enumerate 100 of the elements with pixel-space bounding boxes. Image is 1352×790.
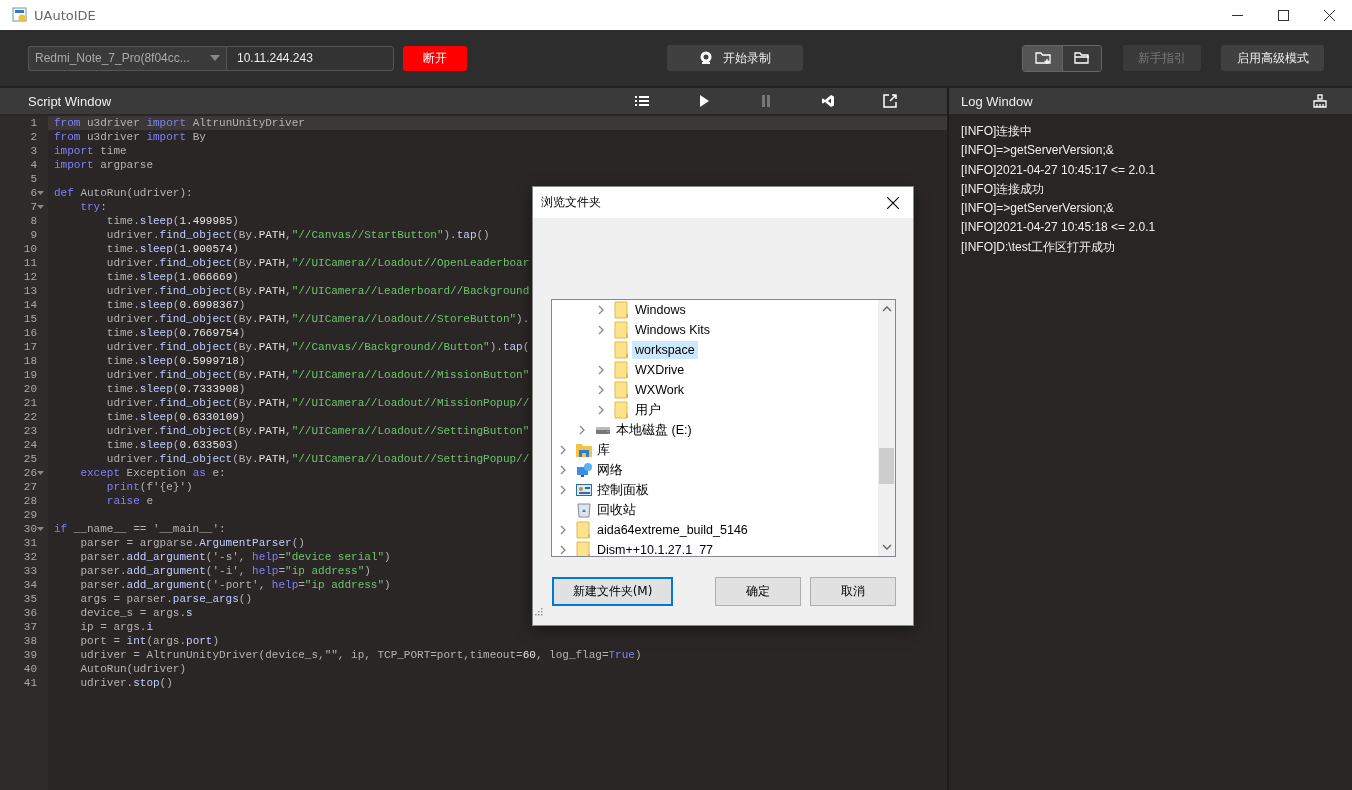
advanced-mode-button[interactable]: 启用高级模式 <box>1221 45 1324 71</box>
line-number: 31 <box>22 536 37 550</box>
dialog-button[interactable]: 取消 <box>810 577 896 606</box>
folder-icon <box>614 381 630 399</box>
line-number: 38 <box>22 634 37 648</box>
tree-item[interactable]: aida64extreme_build_5146 <box>594 521 751 539</box>
code-line: udriver = AltrunUnityDriver(device_s,"", ip, TCP_PORT=port,timeout=60, log_flag=True) <box>80 648 642 662</box>
code-line: time.sleep(0.6998367) <box>106 298 246 312</box>
fold-arrow-icon <box>37 205 44 209</box>
log-line: [INFO]=>getServerVersion;& <box>961 142 1115 160</box>
line-number: 36 <box>22 606 37 620</box>
code-line: try: <box>80 200 107 214</box>
new-folder-icon <box>1034 51 1051 65</box>
line-number: 20 <box>22 382 37 396</box>
library-icon <box>576 442 592 458</box>
tree-item[interactable]: WXDrive <box>632 361 688 379</box>
tree-item[interactable]: Dism++10.1.27.1_77 <box>594 541 717 556</box>
pause-icon <box>760 95 772 107</box>
broom-icon <box>1313 94 1327 108</box>
folder-icon <box>1074 51 1090 65</box>
code-line: udriver.find_object(By.PATH,"//UICamera//Leaderboard//Background <box>106 284 530 298</box>
webcam-icon <box>698 51 713 65</box>
code-line: import argparse <box>54 158 154 172</box>
line-number: 30 <box>22 522 37 536</box>
folder-icon <box>614 341 630 359</box>
workspace-toggle[interactable] <box>1062 45 1101 71</box>
tree-item[interactable]: 回收站 <box>594 499 639 521</box>
code-line: time.sleep(0.7669754) <box>106 326 246 340</box>
log-line: [INFO]=>getServerVersion;& <box>961 200 1115 218</box>
line-number: 28 <box>22 494 37 508</box>
disconnect-button[interactable]: 断开 <box>403 45 467 71</box>
panel-title: Script Window <box>28 93 112 109</box>
tree-item[interactable]: 本地磁盘 (E:) <box>613 419 695 441</box>
tree-item[interactable]: 库 <box>594 439 613 461</box>
line-number: 22 <box>22 410 37 424</box>
tree-item[interactable]: WXWork <box>632 381 688 399</box>
folder-icon <box>576 541 592 556</box>
code-line: from u3driver import By <box>54 130 206 144</box>
line-number: 32 <box>22 550 37 564</box>
tree-item[interactable]: Windows <box>632 301 689 319</box>
code-line: args = parser.parse_args() <box>80 592 253 606</box>
export-icon <box>883 94 897 108</box>
tree-item[interactable]: workspace <box>632 341 698 359</box>
tree-item[interactable]: 控制面板 <box>594 479 652 501</box>
line-number: 19 <box>22 368 37 382</box>
line-number: 23 <box>22 424 37 438</box>
line-number: 17 <box>22 340 37 354</box>
code-line: udriver.find_object(By.PATH,"//UICamera//Loadout//MissionPopup// <box>106 396 530 410</box>
record-button[interactable]: 开始录制 <box>666 45 803 71</box>
line-number: 10 <box>22 242 37 256</box>
code-line: port = int(args.port) <box>80 634 220 648</box>
tree-item[interactable]: 网络 <box>594 459 626 481</box>
code-line: parser = argparse.ArgumentParser() <box>80 536 305 550</box>
code-line: udriver.find_object(By.PATH,"//Canvas//StartButton").tap() <box>106 228 490 242</box>
code-line: time.sleep(0.5999718) <box>106 354 246 368</box>
folder-icon <box>576 521 592 539</box>
code-line: except Exception as e: <box>80 466 226 480</box>
line-number: 14 <box>22 298 37 312</box>
scroll-up-icon <box>881 306 892 312</box>
line-number: 37 <box>22 620 37 634</box>
line-number: 39 <box>22 648 37 662</box>
dialog-button[interactable]: 新建文件夹(M) <box>552 577 673 606</box>
code-line: udriver.stop() <box>80 676 173 690</box>
dialog-button[interactable]: 确定 <box>715 577 801 606</box>
line-number: 1 <box>29 116 37 130</box>
tree-item[interactable]: 用户 <box>632 399 664 421</box>
line-number: 12 <box>22 270 37 284</box>
code-line: parser.add_argument('-s', help="device serial") <box>80 550 391 564</box>
caret-icon <box>210 55 220 61</box>
line-number: 8 <box>29 214 37 228</box>
code-line: time.sleep(1.900574) <box>106 242 239 256</box>
ip-field[interactable]: 10.11.244.243 <box>226 45 394 71</box>
line-number: 33 <box>22 564 37 578</box>
log-line: [INFO]D:\test工作区打开成功 <box>961 238 1116 256</box>
folder-icon <box>614 301 630 319</box>
scrollbar-thumb[interactable] <box>879 448 894 484</box>
device-select[interactable]: Redmi_Note_7_Pro(8f04cc... <box>28 45 226 71</box>
fold-arrow-icon <box>37 471 44 475</box>
line-number: 11 <box>22 256 37 270</box>
tree-item[interactable]: Windows Kits <box>632 321 714 339</box>
code-line: AutoRun(udriver) <box>80 662 186 676</box>
app-icon <box>12 7 28 23</box>
close-icon <box>887 196 899 209</box>
line-number: 35 <box>22 592 37 606</box>
line-number: 41 <box>22 676 37 690</box>
code-line: udriver.find_object(By.PATH,"//Canvas//Background//Button").tap( <box>106 340 530 354</box>
line-number: 27 <box>22 480 37 494</box>
line-number: 6 <box>29 186 37 200</box>
network-icon <box>576 462 592 478</box>
play-icon <box>698 95 710 107</box>
line-number: 16 <box>22 326 37 340</box>
code-line: device_s = args.s <box>80 606 193 620</box>
code-line: if __name__ == '__main__': <box>54 522 226 536</box>
code-line: udriver.find_object(By.PATH,"//UICamera//Loadout//SettingButton" <box>106 424 530 438</box>
code-line: udriver.find_object(By.PATH,"//UICamera//Loadout//MissionButton" <box>106 368 530 382</box>
workspace-toggle[interactable] <box>1023 45 1062 71</box>
recycle-bin-icon <box>577 502 591 518</box>
folder-icon <box>614 361 630 379</box>
folder-icon <box>614 401 630 419</box>
line-number: 26 <box>22 466 37 480</box>
